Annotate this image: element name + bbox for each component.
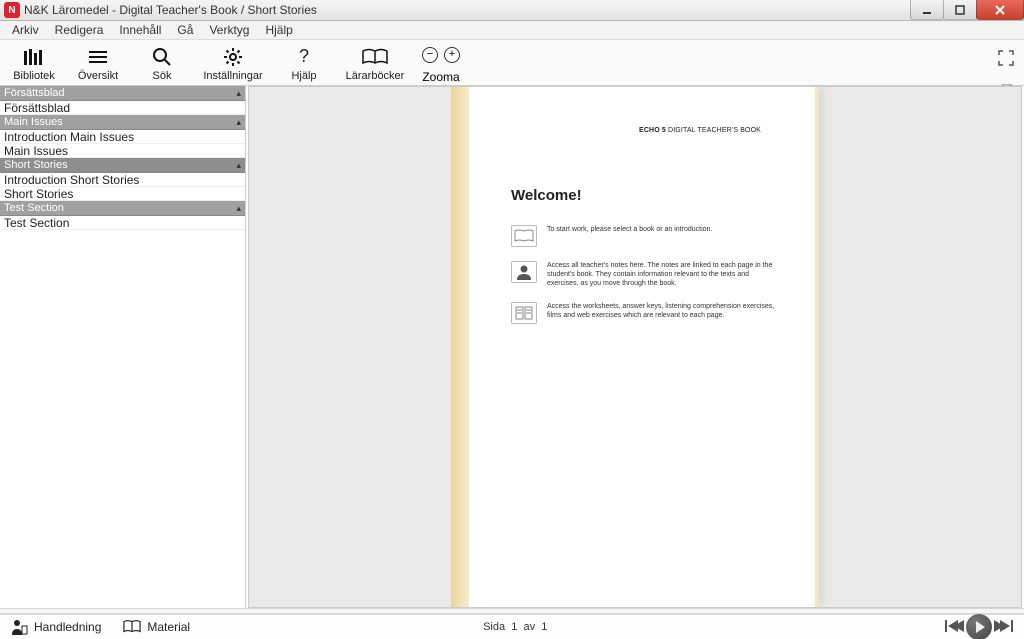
page-heading: Welcome! bbox=[511, 187, 582, 204]
sidebar-item-short-stories[interactable]: Short Stories bbox=[0, 187, 245, 201]
page-row: Access the worksheets, answer keys, list… bbox=[511, 302, 779, 324]
zoom-out-button[interactable]: − bbox=[422, 47, 438, 63]
lararbocker-button[interactable]: Lärarböcker bbox=[342, 43, 408, 85]
material-label: Material bbox=[147, 620, 190, 634]
section-title: Försättsblad bbox=[4, 87, 65, 99]
oversikt-button[interactable]: Översikt bbox=[72, 43, 124, 85]
hjalp-label: Hjälp bbox=[291, 70, 316, 82]
zoom-in-button[interactable]: + bbox=[444, 47, 460, 63]
material-button[interactable]: Material bbox=[123, 618, 190, 636]
sidebar-item-test-section[interactable]: Test Section bbox=[0, 216, 245, 230]
play-button[interactable] bbox=[966, 614, 992, 639]
help-icon: ? bbox=[299, 46, 309, 68]
bibliotek-label: Bibliotek bbox=[13, 70, 55, 82]
section-forsatts[interactable]: Försättsblad ▴ bbox=[0, 86, 245, 101]
search-icon bbox=[152, 46, 172, 68]
chevron-up-icon: ▴ bbox=[236, 160, 241, 171]
lararbocker-label: Lärarböcker bbox=[346, 70, 405, 82]
installningar-label: Inställningar bbox=[203, 70, 262, 82]
close-button[interactable] bbox=[976, 0, 1024, 20]
menu-ga[interactable]: Gå bbox=[171, 21, 199, 39]
hjalp-button[interactable]: ? Hjälp bbox=[278, 43, 330, 85]
app-icon: N bbox=[4, 2, 20, 18]
section-short-stories[interactable]: Short Stories ▴ bbox=[0, 158, 245, 173]
page-row-text: To start work, please select a book or a… bbox=[547, 225, 712, 234]
sok-button[interactable]: Sök bbox=[136, 43, 188, 85]
person-icon bbox=[10, 618, 28, 636]
page-color-stripe bbox=[451, 87, 469, 607]
main-area: Försättsblad▴ Försättsblad Main Issues▴ … bbox=[0, 86, 1024, 608]
page-row-text: Access the worksheets, answer keys, list… bbox=[547, 302, 779, 320]
handledning-label: Handledning bbox=[34, 620, 101, 634]
open-book-icon bbox=[361, 46, 389, 68]
page-rows: To start work, please select a book or a… bbox=[511, 225, 779, 324]
section-title: Main Issues bbox=[4, 116, 63, 128]
titlebar: N N&K Läromedel - Digital Teacher's Book… bbox=[0, 0, 1024, 21]
book-icon bbox=[123, 618, 141, 636]
menu-verktyg[interactable]: Verktyg bbox=[203, 21, 255, 39]
menu-innehall[interactable]: Innehåll bbox=[113, 21, 167, 39]
app-window: N N&K Läromedel - Digital Teacher's Book… bbox=[0, 0, 1024, 639]
sidebar-item-intro-main[interactable]: Introduction Main Issues bbox=[0, 130, 245, 144]
sidebar-item-forsatts[interactable]: Försättsblad bbox=[0, 101, 245, 115]
library-icon bbox=[23, 46, 45, 68]
overview-icon bbox=[87, 46, 109, 68]
person-icon bbox=[511, 261, 537, 283]
status-bar: Handledning Material Sida 1 av 1 bbox=[0, 614, 1024, 639]
oversikt-label: Översikt bbox=[78, 70, 118, 82]
window-title: N&K Läromedel - Digital Teacher's Book /… bbox=[24, 3, 317, 17]
fullscreen-button[interactable] bbox=[998, 50, 1014, 66]
prev-track-button[interactable] bbox=[944, 617, 964, 638]
bibliotek-button[interactable]: Bibliotek bbox=[8, 43, 60, 85]
minimize-button[interactable] bbox=[910, 0, 944, 20]
section-main-issues[interactable]: Main Issues ▴ bbox=[0, 115, 245, 130]
chevron-up-icon: ▴ bbox=[236, 117, 241, 128]
page-header-text: ECHO 5 DIGITAL TEACHER'S BOOK bbox=[639, 127, 761, 134]
menu-hjalp[interactable]: Hjälp bbox=[259, 21, 298, 39]
installningar-button[interactable]: Inställningar bbox=[200, 43, 266, 85]
maximize-button[interactable] bbox=[943, 0, 977, 20]
zooma-label: Zooma bbox=[422, 70, 459, 84]
gear-icon bbox=[223, 46, 243, 68]
document-area[interactable]: ECHO 5 DIGITAL TEACHER'S BOOK Welcome! T… bbox=[248, 86, 1022, 608]
page-row-text: Access all teacher's notes here. The not… bbox=[547, 261, 779, 288]
sidebar-item-main-issues[interactable]: Main Issues bbox=[0, 144, 245, 158]
section-test[interactable]: Test Section ▴ bbox=[0, 201, 245, 216]
sidebar-item-intro-short[interactable]: Introduction Short Stories bbox=[0, 173, 245, 187]
page-row: Access all teacher's notes here. The not… bbox=[511, 261, 779, 288]
toolbar: Bibliotek Översikt Sök Inställningar ? H… bbox=[0, 40, 1024, 86]
sok-label: Sök bbox=[153, 70, 172, 82]
page-indicator: Sida 1 av 1 bbox=[483, 621, 547, 633]
page-row: To start work, please select a book or a… bbox=[511, 225, 779, 247]
book-icon bbox=[511, 225, 537, 247]
worksheet-icon bbox=[511, 302, 537, 324]
section-title: Short Stories bbox=[4, 159, 68, 171]
page-preview: ECHO 5 DIGITAL TEACHER'S BOOK Welcome! T… bbox=[451, 87, 819, 607]
section-title: Test Section bbox=[4, 202, 64, 214]
chevron-up-icon: ▴ bbox=[236, 203, 241, 214]
window-controls bbox=[911, 0, 1024, 20]
next-track-button[interactable] bbox=[994, 617, 1014, 638]
menu-bar: Arkiv Redigera Innehåll Gå Verktyg Hjälp bbox=[0, 21, 1024, 40]
playback-controls bbox=[944, 614, 1014, 639]
handledning-button[interactable]: Handledning bbox=[10, 618, 101, 636]
menu-arkiv[interactable]: Arkiv bbox=[6, 21, 45, 39]
zoom-group: − + Zooma bbox=[422, 44, 460, 84]
chevron-up-icon: ▴ bbox=[236, 88, 241, 99]
sidebar: Försättsblad▴ Försättsblad Main Issues▴ … bbox=[0, 86, 246, 608]
menu-redigera[interactable]: Redigera bbox=[49, 21, 110, 39]
